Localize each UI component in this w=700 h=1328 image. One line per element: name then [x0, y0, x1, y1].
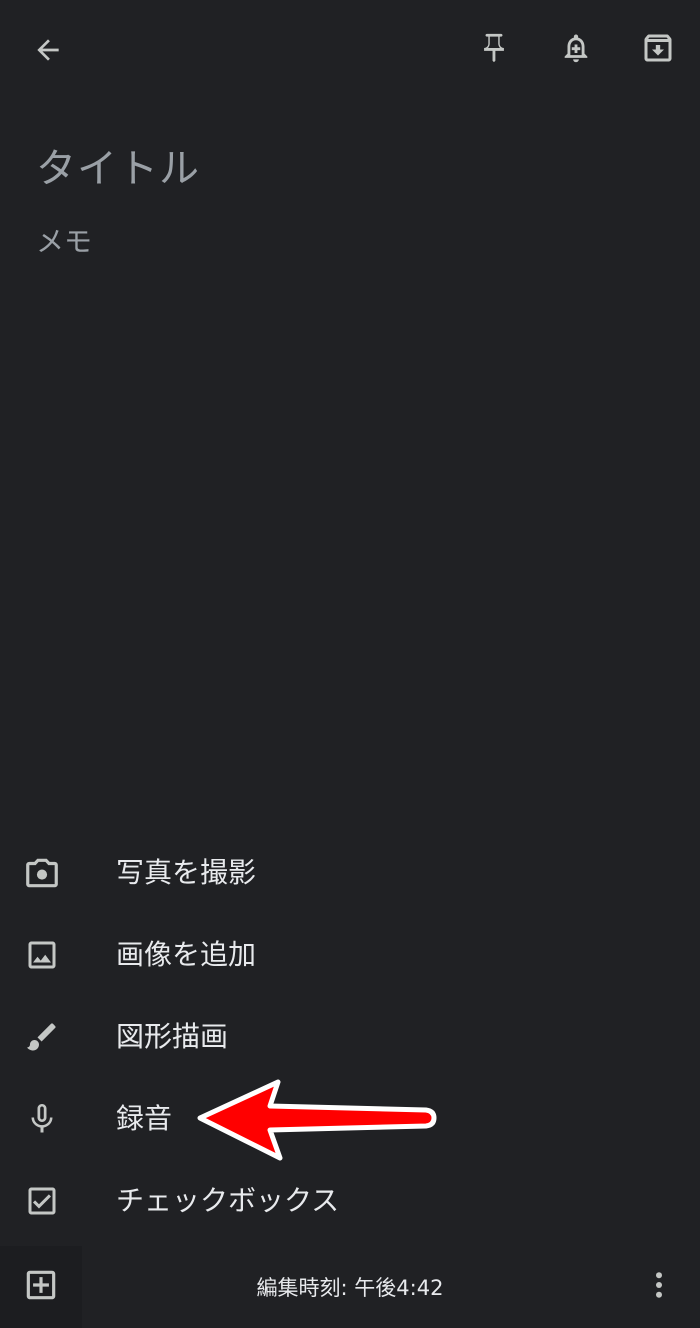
note-editor-screen: タイトル メモ 写真を撮影 画像を追加 図形描画 録音 チェックボックス 編集時…	[0, 0, 700, 1328]
pin-button[interactable]	[466, 20, 522, 76]
pin-icon	[477, 30, 511, 66]
menu-item-take-photo[interactable]: 写真を撮影	[0, 832, 700, 914]
edit-time-text: 編集時刻: 午後4:42	[256, 1276, 444, 1300]
menu-item-checkbox[interactable]: チェックボックス	[0, 1160, 700, 1242]
image-icon	[22, 935, 62, 975]
back-button[interactable]	[20, 22, 76, 78]
reminder-button[interactable]	[548, 20, 604, 76]
menu-item-label: 写真を撮影	[116, 856, 257, 889]
top-app-bar	[0, 0, 700, 100]
checkbox-icon	[22, 1181, 62, 1221]
menu-item-label: 画像を追加	[116, 938, 257, 971]
menu-item-label: 図形描画	[116, 1020, 229, 1053]
archive-icon	[640, 30, 676, 66]
brush-icon	[22, 1017, 62, 1057]
arrow-left-icon	[32, 34, 64, 66]
more-vert-icon	[641, 1267, 677, 1307]
annotation-arrow	[197, 1079, 437, 1161]
menu-item-label: チェックボックス	[116, 1184, 340, 1217]
menu-item-label: 録音	[116, 1102, 173, 1135]
add-content-menu: 写真を撮影 画像を追加 図形描画 録音 チェックボックス	[0, 832, 700, 1242]
microphone-icon	[22, 1099, 62, 1139]
more-options-button[interactable]	[634, 1259, 684, 1315]
title-input[interactable]: タイトル	[36, 136, 200, 194]
bell-plus-icon	[559, 30, 593, 66]
menu-item-drawing[interactable]: 図形描画	[0, 996, 700, 1078]
menu-item-add-image[interactable]: 画像を追加	[0, 914, 700, 996]
archive-button[interactable]	[630, 20, 686, 76]
memo-input[interactable]: メモ	[36, 220, 92, 260]
bottom-bar: 編集時刻: 午後4:42	[0, 1246, 700, 1328]
camera-icon	[22, 853, 62, 893]
